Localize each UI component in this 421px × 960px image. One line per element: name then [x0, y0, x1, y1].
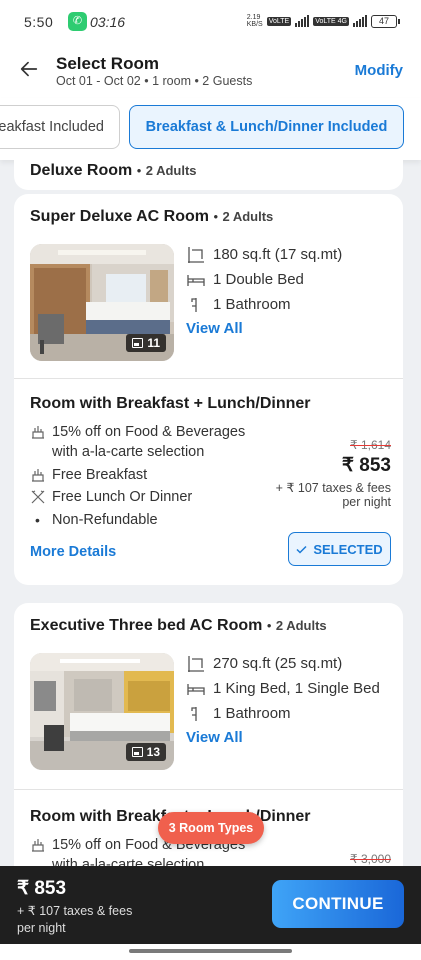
app-header: Select Room Oct 01 - Oct 02 • 1 room • 2…	[0, 42, 421, 98]
more-details-link[interactable]: More Details	[30, 544, 116, 560]
room-occupancy: 2 Adults	[145, 163, 197, 178]
phone-call-icon[interactable]: ✆	[68, 12, 87, 31]
room-amenities: 270 sq.ft (25 sq.mt) 1 King Bed, 1 Singl…	[186, 651, 380, 746]
back-arrow-icon[interactable]	[18, 58, 40, 80]
view-all-link[interactable]: View All	[186, 729, 380, 746]
perk-food-discount: 15% off on Food & Beverages with a-la-car…	[30, 422, 245, 462]
bed-icon	[186, 680, 206, 698]
room-amenities: 180 sq.ft (17 sq.mt) 1 Double Bed 1 Bath…	[186, 242, 342, 337]
amenity-bathroom: 1 Bathroom	[186, 292, 342, 317]
signal-icon	[295, 15, 310, 27]
room-list[interactable]: Deluxe Room • 2 Adults Super Deluxe AC R…	[0, 160, 421, 866]
home-gesture-handle[interactable]	[129, 949, 292, 953]
discounted-price: ₹ 853	[341, 455, 391, 476]
meal-plan-filters: eakfast Included Breakfast & Lunch/Dinne…	[0, 98, 421, 160]
amenity-bed: 1 Double Bed	[186, 267, 342, 292]
original-price: ₹ 3,000	[350, 852, 391, 866]
photo-count-badge: 13	[125, 743, 166, 761]
room-photo[interactable]: 13	[30, 653, 174, 770]
modify-button[interactable]: Modify	[355, 62, 403, 79]
divider	[14, 789, 403, 790]
bathroom-icon	[186, 705, 206, 723]
perk-non-refundable: • Non-Refundable	[30, 510, 245, 530]
room-title: Deluxe Room • 2 Adults	[30, 162, 197, 179]
system-nav-bar	[0, 944, 421, 960]
checkout-bar: ₹ 853 + ₹ 107 taxes & fees per night CON…	[0, 866, 421, 944]
volte-4g-badge: VoLTE 4G	[313, 16, 349, 26]
rate-plan-price: ₹ 1,614 ₹ 853 + ₹ 107 taxes & fees per n…	[276, 438, 391, 509]
food-discount-icon	[30, 835, 52, 855]
filter-chip-breakfast-included[interactable]: eakfast Included	[0, 105, 120, 149]
area-icon	[186, 655, 206, 673]
amenity-area: 270 sq.ft (25 sq.mt)	[186, 651, 380, 676]
room-title: Executive Three bed AC Room • 2 Adults	[30, 617, 327, 634]
divider	[14, 378, 403, 379]
room-title: Super Deluxe AC Room • 2 Adults	[30, 208, 274, 225]
check-icon	[296, 545, 307, 554]
total-price: ₹ 853	[17, 878, 67, 899]
rate-plan-title: Room with Breakfast + Lunch/Dinner	[30, 395, 311, 412]
gallery-icon	[132, 338, 144, 348]
room-card-header-deluxe: Deluxe Room • 2 Adults	[14, 160, 403, 190]
status-icons: 2.19 KB/S VoLTE VoLTE 4G 47	[246, 14, 400, 28]
per-night-label: per night	[342, 495, 391, 509]
taxes-and-fees: + ₹ 107 taxes & fees	[275, 481, 391, 495]
amenity-area: 180 sq.ft (17 sq.mt)	[186, 242, 342, 267]
room-types-badge[interactable]: 3 Room Types	[158, 812, 264, 844]
battery-icon: 47	[371, 14, 400, 28]
booking-summary: Oct 01 - Oct 02 • 1 room • 2 Guests	[56, 74, 253, 88]
breakfast-icon	[30, 465, 52, 485]
page-title: Select Room	[56, 54, 159, 73]
total-per-night: per night	[17, 921, 66, 935]
cutlery-icon	[30, 487, 52, 507]
selected-button[interactable]: SELECTED	[288, 532, 391, 566]
signal-icon-2	[353, 15, 367, 27]
gallery-icon	[131, 747, 143, 757]
area-icon	[186, 246, 206, 264]
bullet-icon: •	[35, 511, 40, 528]
status-bar: 5:50 ✆ 03:16 2.19 KB/S VoLTE VoLTE 4G 47	[0, 0, 421, 42]
rate-plan-perks: 15% off on Food & Beverages with a-la-car…	[30, 422, 245, 532]
filter-chip-breakfast-lunch-dinner[interactable]: Breakfast & Lunch/Dinner Included	[129, 105, 404, 149]
bathroom-icon	[186, 296, 206, 314]
room-occupancy: 2 Adults	[222, 209, 274, 224]
room-photo[interactable]: 11	[30, 244, 174, 361]
volte-badge: VoLTE	[266, 16, 292, 26]
room-occupancy: 2 Adults	[275, 618, 327, 633]
network-speed: 2.19 KB/S	[246, 14, 263, 28]
perk-breakfast: Free Breakfast	[30, 465, 245, 485]
call-duration: 03:16	[90, 14, 126, 30]
perk-lunch-dinner: Free Lunch Or Dinner	[30, 487, 245, 507]
status-time: 5:50	[24, 14, 54, 30]
amenity-bathroom: 1 Bathroom	[186, 701, 380, 726]
continue-button[interactable]: CONTINUE	[272, 880, 404, 928]
amenity-bed: 1 King Bed, 1 Single Bed	[186, 676, 380, 701]
view-all-link[interactable]: View All	[186, 320, 342, 337]
room-card: Super Deluxe AC Room • 2 Adults 11 180 s…	[14, 194, 403, 585]
original-price: ₹ 1,614	[350, 438, 391, 452]
bed-icon	[186, 271, 206, 289]
food-discount-icon	[30, 422, 52, 442]
total-taxes: + ₹ 107 taxes & fees	[17, 904, 133, 918]
photo-count-badge: 11	[126, 334, 166, 352]
